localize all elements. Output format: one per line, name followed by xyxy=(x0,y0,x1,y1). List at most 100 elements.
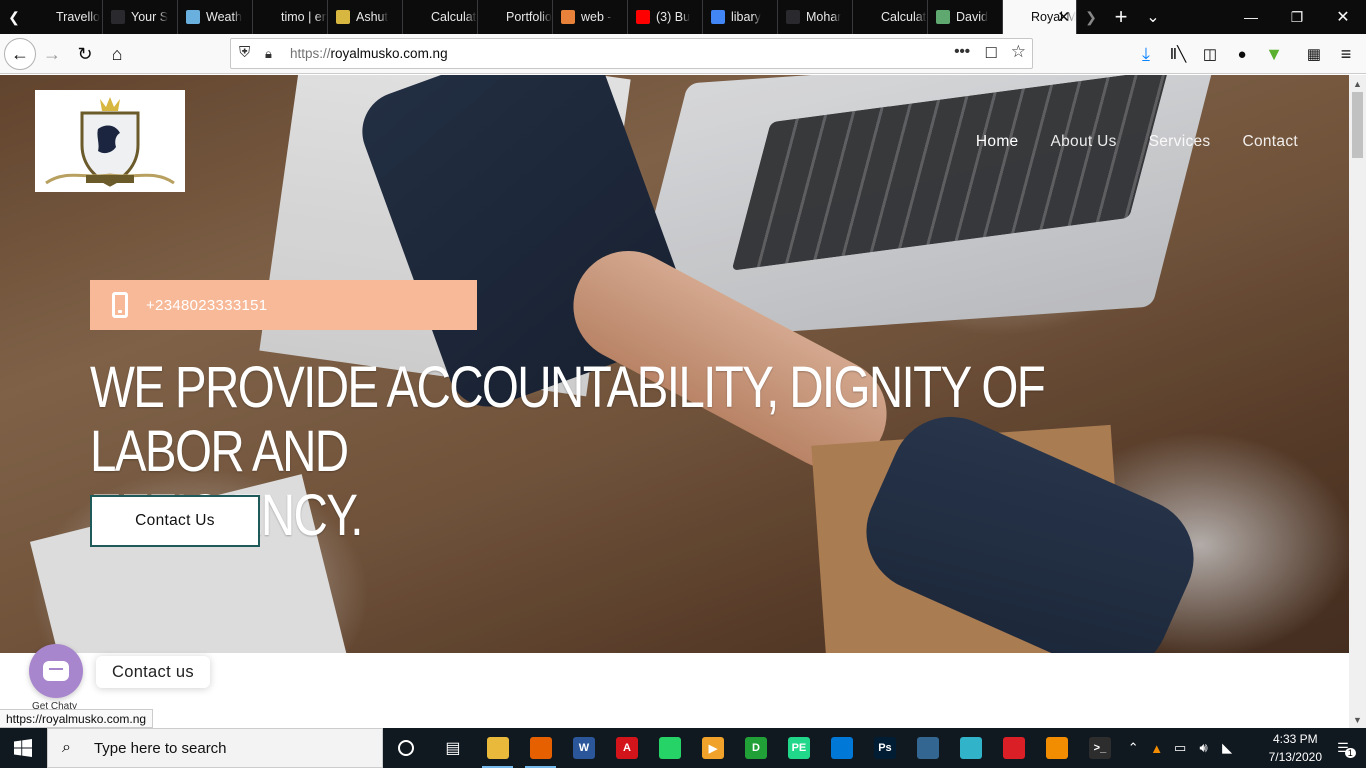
wifi-icon[interactable]: ◣ xyxy=(1215,728,1238,768)
browser-tab[interactable]: Ashut xyxy=(328,0,403,34)
taskbar-app-firefox[interactable] xyxy=(519,728,562,768)
browser-tab[interactable]: Calculator xyxy=(403,0,478,34)
system-clock[interactable]: 4:33 PM 7/13/2020 xyxy=(1269,730,1322,766)
postgres-icon xyxy=(916,737,939,759)
back-button[interactable]: ← xyxy=(4,38,36,70)
taskbar-app-teal-app[interactable] xyxy=(949,728,992,768)
tab-favicon-icon xyxy=(636,10,650,24)
tab-title: Weath xyxy=(206,10,242,24)
browser-tab[interactable]: Portfolio xyxy=(478,0,553,34)
browser-tab[interactable]: Royal M ✕ xyxy=(1003,0,1077,34)
home-button[interactable]: ⌂ xyxy=(101,38,133,70)
downloads-button[interactable]: ⤓ xyxy=(1130,38,1162,70)
tab-favicon-icon xyxy=(786,10,800,24)
contact-us-button[interactable]: Contact Us xyxy=(90,495,260,547)
lock-icon[interactable]: 🔒︎ xyxy=(265,46,272,62)
taskbar-app-vscode[interactable] xyxy=(820,728,863,768)
page-scrollbar[interactable]: ▲ ▼ xyxy=(1349,75,1366,728)
minimize-button[interactable]: — xyxy=(1228,0,1274,34)
tab-title: timo | eng xyxy=(281,10,327,24)
browser-tab[interactable]: web - xyxy=(553,0,628,34)
app-menu-button[interactable]: ≡ xyxy=(1330,38,1362,70)
taskbar-app-vlc[interactable] xyxy=(1035,728,1078,768)
taskbar-app-word[interactable]: W xyxy=(562,728,605,768)
chaty-widget-button[interactable] xyxy=(29,644,83,698)
cortana-button[interactable] xyxy=(383,728,430,768)
extension-button[interactable]: ▼ xyxy=(1258,38,1290,70)
battery-icon[interactable]: ▭ xyxy=(1168,728,1191,768)
bookmark-star-icon[interactable]: ☆ xyxy=(1011,42,1026,62)
volume-icon[interactable]: 🔊︎ xyxy=(1192,728,1215,768)
browser-tab[interactable]: (3) Bu xyxy=(628,0,703,34)
site-logo[interactable] xyxy=(35,90,185,192)
chevron-up-icon: ⌃ xyxy=(1127,740,1139,755)
browser-tab[interactable]: Weath xyxy=(178,0,253,34)
taskbar-app-green-app[interactable]: D xyxy=(734,728,777,768)
taskbar-app-postgres[interactable] xyxy=(906,728,949,768)
taskbar-app-pycharm[interactable]: PE xyxy=(777,728,820,768)
sidebar-button[interactable]: ◫ xyxy=(1194,38,1226,70)
chevron-down-icon: ⌄ xyxy=(1146,9,1160,26)
restore-button[interactable]: ❐ xyxy=(1274,0,1320,34)
taskbar-app-photoshop[interactable]: Ps xyxy=(863,728,906,768)
phone-number[interactable]: +2348023333151 xyxy=(146,297,267,314)
tab-title: David xyxy=(956,10,988,24)
task-view-button[interactable]: ▤ xyxy=(429,728,476,768)
library-button[interactable]: Ⅱ╲ xyxy=(1162,38,1194,70)
url-bar[interactable]: ⛨ 🔒︎ https://royalmusko.com.ng ••• ☐ ☆ xyxy=(230,38,1033,69)
taskbar-app-terminal[interactable]: >_ xyxy=(1078,728,1121,768)
browser-tab[interactable]: timo | eng xyxy=(253,0,328,34)
reload-button[interactable]: ↻ xyxy=(69,38,101,70)
list-all-tabs-button[interactable]: ⌄ xyxy=(1137,0,1169,34)
start-button[interactable] xyxy=(0,728,47,768)
close-tab-icon[interactable]: ✕ xyxy=(1057,8,1070,26)
url-text[interactable]: https://royalmusko.com.ng xyxy=(290,46,448,61)
account-button[interactable]: ● xyxy=(1226,38,1258,70)
nav-link-home[interactable]: Home xyxy=(976,133,1019,151)
taskbar-app-media-player[interactable]: ▶ xyxy=(691,728,734,768)
browser-tab[interactable]: Calculator xyxy=(853,0,928,34)
hero-section: Home About Us Services Contact +23480233331… xyxy=(0,75,1349,653)
taskbar-search-box[interactable]: ⌕ Type here to search xyxy=(46,728,383,768)
taskbar-app-acrobat[interactable]: A xyxy=(605,728,648,768)
terminal-icon: >_ xyxy=(1088,737,1111,759)
scroll-up-arrow-icon[interactable]: ▲ xyxy=(1349,75,1366,92)
taskbar-app-creative-cloud[interactable] xyxy=(992,728,1035,768)
restore-icon: ❐ xyxy=(1290,8,1304,25)
chevron-left-icon: ❮ xyxy=(8,8,20,25)
browser-tab[interactable]: David xyxy=(928,0,1003,34)
browser-tab[interactable]: Your S xyxy=(103,0,178,34)
close-window-button[interactable]: ✕ xyxy=(1320,0,1366,34)
arrow-right-icon: → xyxy=(43,43,61,64)
windows-taskbar: ⌕ Type here to search ▤ W A ▶ D PE Ps >_ ⌃ ▲ ▭… xyxy=(0,728,1366,768)
forward-button[interactable]: → xyxy=(36,38,68,70)
nav-link-contact[interactable]: Contact xyxy=(1242,133,1298,151)
account-icon: ● xyxy=(1237,45,1247,63)
nav-link-services[interactable]: Services xyxy=(1149,133,1211,151)
browser-tab[interactable]: Mohar xyxy=(778,0,853,34)
nav-link-about-us[interactable]: About Us xyxy=(1050,133,1116,151)
vlc-tray-icon[interactable]: ▲ xyxy=(1145,728,1168,768)
new-tab-button[interactable]: + xyxy=(1105,0,1137,34)
show-hidden-icons-button[interactable]: ⌃ xyxy=(1121,728,1144,768)
phone-banner[interactable]: +2348023333151 xyxy=(90,280,477,330)
pocket-icon[interactable]: ☐ xyxy=(985,44,998,62)
taskbar-app-file-explorer[interactable] xyxy=(476,728,519,768)
tab-scroll-left-button[interactable]: ❮ xyxy=(0,0,28,34)
scroll-down-arrow-icon[interactable]: ▼ xyxy=(1349,711,1366,728)
tab-scroll-right-button[interactable]: ❯ xyxy=(1077,0,1105,34)
shield-icon[interactable]: ⛨ xyxy=(239,44,250,61)
browser-tab[interactable]: libary xyxy=(703,0,778,34)
task-view-icon: ▤ xyxy=(445,740,461,757)
hamburger-menu-icon: ≡ xyxy=(1340,43,1352,64)
extensions-overflow-button[interactable]: ▦ xyxy=(1298,38,1330,70)
tab-title: Mohar xyxy=(806,10,842,24)
download-icon: ⤓ xyxy=(1142,43,1150,64)
browser-tab[interactable]: Travello xyxy=(28,0,103,34)
scroll-thumb[interactable] xyxy=(1352,92,1363,158)
page-actions-button[interactable]: ••• xyxy=(954,43,970,60)
tab-favicon-icon xyxy=(411,10,425,24)
chaty-label[interactable]: Contact us xyxy=(96,656,210,688)
taskbar-app-whatsapp[interactable] xyxy=(648,728,691,768)
action-center-button[interactable]: ☰ 1 xyxy=(1327,728,1366,768)
